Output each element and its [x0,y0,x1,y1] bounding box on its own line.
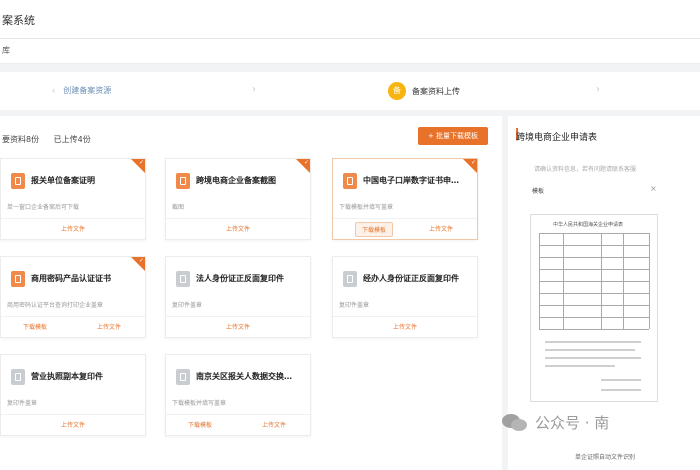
required-count: 要资料8份 [2,135,40,144]
step-2-label: 备案资料上传 [412,87,460,96]
download-template-link[interactable]: 下载模板 [188,420,212,429]
doc-icon [11,369,25,385]
card-title: 报关单位备案证明 [31,176,95,185]
close-icon[interactable]: × [650,184,657,193]
card-title: 南京关区报关人数据交换… [196,372,292,381]
form-preview-image[interactable]: 中华人民共和国海关企业申请表 [530,214,658,402]
step-2-badge: 备 [388,82,406,100]
check-corner-icon [463,159,477,173]
wechat-icon [502,414,527,431]
uploaded-count: 已上传4份 [53,135,91,144]
chevron-right-icon: › [596,84,600,95]
doc-card[interactable]: 中国电子口岸数字证书申… 下载模板并填写盖章 下载模板 上传文件 [332,158,478,240]
doc-icon [176,271,190,287]
form-title: 中华人民共和国海关企业申请表 [553,222,624,228]
step-1-label: 创建备案资源 [63,86,112,95]
download-template-button[interactable]: 下载模板 [355,222,394,237]
card-desc: 商用密码认证平台查询打印企业盖章 [7,302,104,309]
upload-file-link[interactable]: 上传文件 [166,322,310,331]
download-template-link[interactable]: 下载模板 [23,322,47,331]
upload-file-link[interactable]: 上传文件 [97,322,121,331]
upload-file-link[interactable]: 上传文件 [262,420,286,429]
card-title: 跨境电商企业备案截图 [196,176,276,185]
upload-file-link[interactable]: 上传文件 [166,224,310,233]
doc-card[interactable]: 商用密码产品认证证书 商用密码认证平台查询打印企业盖章 下载模板 上传文件 [0,256,146,338]
doc-card[interactable]: 法人身份证正反面复印件 复印件盖章 上传文件 [165,256,311,338]
doc-icon [176,369,190,385]
doc-card[interactable]: 跨境电商企业备案截图 截图 上传文件 [165,158,311,240]
card-title: 法人身份证正反面复印件 [196,274,284,283]
doc-icon [11,173,25,189]
top-bar: 案系统 [0,0,700,39]
check-corner-icon [131,159,145,173]
card-desc: 复印件盖章 [7,400,38,407]
chevron-right-icon: › [252,84,256,95]
app-title: 案系统 [2,14,35,27]
batch-download-button[interactable]: + 批量下载模板 [418,127,488,145]
preview-label: 模板 [532,188,545,195]
step-indicator: ‹ 创建备案资源 › 备 备案资料上传 › [0,72,700,110]
chevron-left-icon: ‹ [52,86,56,95]
upload-stats: 要资料8份 已上传4份 [2,134,103,145]
card-title: 商用密码产品认证证书 [31,274,111,283]
watermark-text: 公众号 · 南 [535,414,610,432]
doc-icon [343,271,357,287]
bottom-note: 单企证照自动文件识别 [575,454,636,461]
card-desc: 截图 [172,204,185,211]
card-desc: 复印件盖章 [172,302,203,309]
upload-file-link[interactable]: 上传文件 [1,420,145,429]
step-1[interactable]: ‹ 创建备案资源 [52,85,111,96]
upload-panel: 要资料8份 已上传4份 + 批量下载模板 报关单位备案证明 单一窗口企业备案后可… [0,116,502,470]
doc-icon [343,173,357,189]
upload-file-link[interactable]: 上传文件 [429,224,453,233]
check-corner-icon [131,257,145,271]
card-desc: 下载模板并填写盖章 [339,204,394,211]
card-title: 营业执照副本复印件 [31,372,103,381]
doc-icon [176,173,190,189]
card-title: 中国电子口岸数字证书申… [363,176,459,185]
card-desc: 下载模板并填写盖章 [172,400,227,407]
doc-icon [11,271,25,287]
breadcrumb: 库 [0,39,700,64]
doc-card[interactable]: 南京关区报关人数据交换… 下载模板并填写盖章 下载模板 上传文件 [165,354,311,436]
preview-note: 请确认资料信息，若有问题请联系客服 [534,166,637,173]
doc-card[interactable]: 营业执照副本复印件 复印件盖章 上传文件 [0,354,146,436]
check-corner-icon [296,159,310,173]
doc-card[interactable]: 报关单位备案证明 单一窗口企业备案后可下载 上传文件 [0,158,146,240]
preview-title: 跨境电商企业申请表 [516,133,598,143]
breadcrumb-label: 库 [2,46,10,55]
upload-file-link[interactable]: 上传文件 [1,224,145,233]
card-desc: 复印件盖章 [339,302,370,309]
card-title: 经办人身份证正反面复印件 [363,274,459,283]
card-desc: 单一窗口企业备案后可下载 [7,204,80,211]
upload-file-link[interactable]: 上传文件 [333,322,477,331]
doc-card[interactable]: 经办人身份证正反面复印件 复印件盖章 上传文件 [332,256,478,338]
